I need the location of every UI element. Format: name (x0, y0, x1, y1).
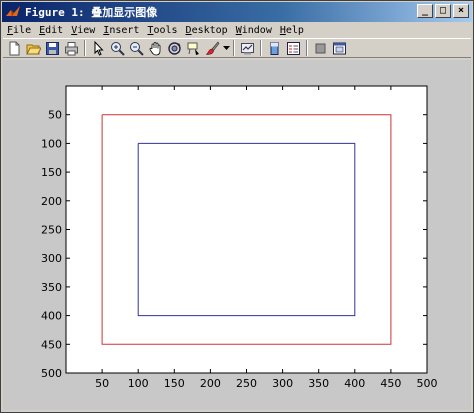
menu-item-file[interactable]: File (3, 25, 35, 36)
x-tick-label: 400 (344, 377, 365, 390)
close-button[interactable]: × (453, 4, 469, 18)
toolbar-separator (84, 40, 86, 56)
x-tick-label: 150 (164, 377, 185, 390)
link-plot-button[interactable] (238, 39, 256, 57)
zoom-out-icon (129, 41, 144, 56)
axes-background (66, 86, 427, 373)
matlab-logo-icon (6, 6, 20, 17)
print-button[interactable] (62, 39, 80, 57)
new-figure-button[interactable] (5, 39, 23, 57)
zoom-out-button[interactable] (127, 39, 145, 57)
x-tick-label: 200 (200, 377, 221, 390)
link-plot-icon (240, 42, 254, 54)
colorbar-button[interactable] (265, 39, 283, 57)
show-plot-tools-icon (332, 42, 346, 54)
menu-item-tools[interactable]: Tools (143, 25, 181, 36)
toolbar-separator (306, 40, 308, 56)
window-title: Figure 1: 叠加显示图像 (25, 6, 158, 19)
x-tick-label: 500 (417, 377, 438, 390)
rotate-3d-button[interactable] (165, 39, 183, 57)
hide-plot-tools-button[interactable] (311, 39, 329, 57)
y-tick-label: 150 (41, 166, 62, 179)
new-figure-icon (9, 41, 19, 55)
colorbar-icon (270, 41, 278, 55)
figure-window: Figure 1: 叠加显示图像 _ □ × File Edit View Inser… (0, 0, 474, 413)
figure-canvas: 50 100 150 200 250 300 350 400 450 500 50 100 150 200… (3, 60, 471, 410)
y-tick-label: 50 (48, 109, 62, 122)
select-arrow-icon (94, 40, 104, 56)
x-tick-label: 250 (236, 377, 257, 390)
minimize-button[interactable]: _ (417, 4, 433, 18)
chevron-down-icon (222, 45, 230, 50)
x-tick-label: 350 (308, 377, 329, 390)
y-tick-label: 400 (41, 310, 62, 323)
open-file-button[interactable] (24, 39, 42, 57)
legend-icon (286, 41, 300, 55)
menu-item-insert[interactable]: Insert (99, 25, 143, 36)
x-tick-label: 50 (95, 377, 109, 390)
y-tick-label: 450 (41, 338, 62, 351)
menu-item-window[interactable]: Window (232, 25, 276, 36)
figure-toolbar (3, 38, 471, 58)
brush-dropdown-button[interactable] (222, 39, 230, 57)
show-plot-tools-button[interactable] (330, 39, 348, 57)
data-cursor-icon (187, 42, 199, 55)
x-tick-label: 300 (272, 377, 293, 390)
brush-icon (205, 41, 219, 55)
zoom-in-button[interactable] (108, 39, 126, 57)
menu-item-desktop[interactable]: Desktop (182, 25, 232, 36)
data-cursor-button[interactable] (184, 39, 202, 57)
y-tick-label: 300 (41, 252, 62, 265)
legend-button[interactable] (284, 39, 302, 57)
menu-item-view[interactable]: View (67, 25, 99, 36)
select-arrow-button[interactable] (89, 39, 107, 57)
rotate-3d-icon (167, 41, 181, 55)
pan-button[interactable] (146, 39, 164, 57)
x-tick-label: 450 (380, 377, 401, 390)
y-tick-label: 100 (41, 137, 62, 150)
zoom-in-icon (110, 41, 125, 56)
title-bar[interactable]: Figure 1: 叠加显示图像 _ □ × (2, 2, 472, 22)
open-file-icon (25, 44, 41, 54)
print-icon (64, 41, 78, 55)
menu-item-help[interactable]: Help (276, 25, 308, 36)
y-tick-label: 200 (41, 195, 62, 208)
hide-plot-tools-icon (315, 43, 325, 53)
save-icon (45, 41, 59, 55)
y-tick-label: 250 (41, 224, 62, 237)
save-button[interactable] (43, 39, 61, 57)
y-tick-label: 500 (41, 367, 62, 380)
menu-bar: File Edit View Insert Tools Desktop Window Help (3, 23, 471, 37)
toolbar-separator (233, 40, 235, 56)
toolbar-separator (260, 40, 262, 56)
y-tick-label: 350 (41, 281, 62, 294)
x-tick-label: 100 (128, 377, 149, 390)
brush-button[interactable] (203, 39, 221, 57)
menu-item-edit[interactable]: Edit (35, 25, 67, 36)
pan-hand-icon (149, 41, 160, 55)
maximize-button[interactable]: □ (435, 4, 451, 18)
axes-plot[interactable]: 50 100 150 200 250 300 350 400 450 500 50 100 150 200… (3, 60, 471, 410)
